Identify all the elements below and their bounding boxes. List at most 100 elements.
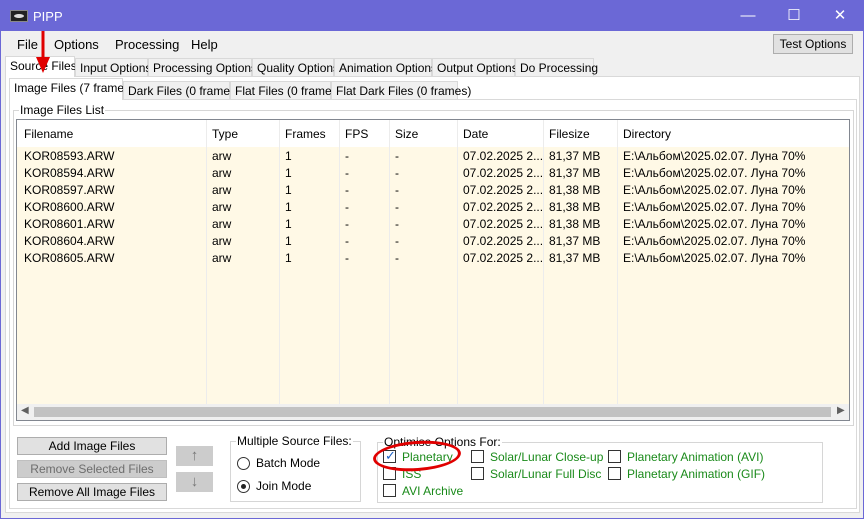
group-title: Image Files List: [20, 103, 105, 117]
subtab-dark-files[interactable]: Dark Files (0 frames): [123, 81, 240, 99]
cell-filename: KOR08605.ARW: [24, 251, 115, 265]
subtab-image-files[interactable]: Image Files (7 frames): [9, 78, 134, 100]
cell-directory: E:\Альбом\2025.02.07. Луна 70%: [623, 234, 806, 248]
menu-help[interactable]: Help: [191, 37, 218, 52]
remove-selected-files-button[interactable]: Remove Selected Files: [17, 460, 167, 478]
cell-fps: -: [345, 234, 349, 248]
cell-frames: 1: [285, 251, 292, 265]
cell-type: arw: [212, 183, 232, 197]
tab-animation-options[interactable]: Animation Options: [334, 58, 437, 76]
tab-output-options[interactable]: Output Options: [432, 58, 518, 76]
cell-fps: -: [345, 149, 349, 163]
subtab-flat-dark-files[interactable]: Flat Dark Files (0 frames): [331, 81, 471, 99]
solar-lunar-full-disc-label[interactable]: Solar/Lunar Full Disc: [490, 467, 601, 481]
cell-filename: KOR08597.ARW: [24, 183, 115, 197]
cell-date: 07.02.2025 2...: [463, 234, 544, 248]
close-button[interactable]: ✕: [817, 1, 863, 31]
test-options-button[interactable]: Test Options: [773, 34, 853, 54]
minimize-button[interactable]: —: [725, 1, 771, 31]
cell-directory: E:\Альбом\2025.02.07. Луна 70%: [623, 217, 806, 231]
menu-options[interactable]: Options: [54, 37, 99, 52]
annotation-arrow-icon: [36, 31, 50, 73]
cell-filename: KOR08594.ARW: [24, 166, 115, 180]
col-directory[interactable]: Directory: [623, 127, 671, 141]
cell-date: 07.02.2025 2...: [463, 166, 544, 180]
cell-size: -: [395, 251, 399, 265]
col-type[interactable]: Type: [212, 127, 238, 141]
cell-frames: 1: [285, 217, 292, 231]
menu-processing[interactable]: Processing: [115, 37, 179, 52]
batch-mode-label[interactable]: Batch Mode: [256, 456, 320, 470]
cell-type: arw: [212, 166, 232, 180]
avi-archive-label[interactable]: AVI Archive: [402, 484, 463, 498]
tab-input-options[interactable]: Input Options: [75, 58, 151, 76]
add-image-files-button[interactable]: Add Image Files: [17, 437, 167, 455]
col-frames[interactable]: Frames: [285, 127, 326, 141]
cell-type: arw: [212, 217, 232, 231]
cell-size: -: [395, 234, 399, 248]
join-mode-label[interactable]: Join Mode: [256, 479, 311, 493]
planetary-animation-avi-label[interactable]: Planetary Animation (AVI): [627, 450, 764, 464]
col-fps[interactable]: FPS: [345, 127, 368, 141]
horizontal-scrollbar[interactable]: ◀ ▶: [17, 404, 849, 420]
window-title: PIPP: [33, 9, 63, 24]
cell-date: 07.02.2025 2...: [463, 149, 544, 163]
tab-processing-options[interactable]: Processing Options: [148, 58, 257, 76]
cell-type: arw: [212, 149, 232, 163]
col-filesize[interactable]: Filesize: [549, 127, 590, 141]
solar-lunar-full-disc-checkbox[interactable]: [471, 467, 484, 480]
cell-frames: 1: [285, 200, 292, 214]
cell-fps: -: [345, 166, 349, 180]
list-header: Filename Type Frames FPS Size Date Files…: [17, 120, 849, 147]
planetary-animation-gif-label[interactable]: Planetary Animation (GIF): [627, 467, 765, 481]
solar-lunar-closeup-label[interactable]: Solar/Lunar Close-up: [490, 450, 603, 464]
cell-date: 07.02.2025 2...: [463, 200, 544, 214]
remove-all-image-files-button[interactable]: Remove All Image Files: [17, 483, 167, 501]
move-up-button[interactable]: ↑: [176, 446, 213, 466]
title-bar: PIPP — ☐ ✕: [1, 1, 863, 31]
cell-directory: E:\Альбом\2025.02.07. Луна 70%: [623, 200, 806, 214]
table-row[interactable]: KOR08604.ARW arw 1 - - 07.02.2025 2... 81,37 M…: [17, 232, 849, 249]
tab-quality-options[interactable]: Quality Options: [252, 58, 339, 76]
tab-do-processing[interactable]: Do Processing: [515, 58, 598, 76]
col-size[interactable]: Size: [395, 127, 418, 141]
table-row[interactable]: KOR08597.ARW arw 1 - - 07.02.2025 2... 81,38 M…: [17, 181, 849, 198]
cell-type: arw: [212, 200, 232, 214]
planetary-animation-gif-checkbox[interactable]: [608, 467, 621, 480]
cell-directory: E:\Альбом\2025.02.07. Луна 70%: [623, 166, 806, 180]
cell-directory: E:\Альбом\2025.02.07. Луна 70%: [623, 183, 806, 197]
batch-mode-radio[interactable]: [237, 457, 250, 470]
cell-date: 07.02.2025 2...: [463, 251, 544, 265]
solar-lunar-closeup-checkbox[interactable]: [471, 450, 484, 463]
cell-frames: 1: [285, 234, 292, 248]
scroll-left-icon[interactable]: ◀: [21, 405, 29, 416]
table-row[interactable]: KOR08594.ARW arw 1 - - 07.02.2025 2... 81,37 M…: [17, 164, 849, 181]
cell-date: 07.02.2025 2...: [463, 183, 544, 197]
join-mode-radio[interactable]: [237, 480, 250, 493]
multiple-source-title: Multiple Source Files:: [237, 434, 352, 448]
scrollbar-thumb[interactable]: [34, 407, 831, 417]
maximize-button[interactable]: ☐: [771, 1, 817, 31]
cell-filesize: 81,38 MB: [549, 183, 601, 197]
col-filename[interactable]: Filename: [24, 127, 73, 141]
image-files-list[interactable]: Filename Type Frames FPS Size Date Files…: [16, 119, 850, 421]
planetary-animation-avi-checkbox[interactable]: [608, 450, 621, 463]
cell-date: 07.02.2025 2...: [463, 217, 544, 231]
cell-filesize: 81,37 MB: [549, 234, 601, 248]
avi-archive-checkbox[interactable]: [383, 484, 396, 497]
cell-size: -: [395, 183, 399, 197]
col-date[interactable]: Date: [463, 127, 488, 141]
move-down-button[interactable]: ↓: [176, 472, 213, 492]
table-row[interactable]: KOR08593.ARW arw 1 - - 07.02.2025 2... 81,37 M…: [17, 147, 849, 164]
cell-directory: E:\Альбом\2025.02.07. Луна 70%: [623, 149, 806, 163]
cell-size: -: [395, 149, 399, 163]
subtab-flat-files[interactable]: Flat Files (0 frames): [230, 81, 342, 99]
cell-filename: KOR08604.ARW: [24, 234, 115, 248]
table-row[interactable]: KOR08600.ARW arw 1 - - 07.02.2025 2... 81,38 M…: [17, 198, 849, 215]
cell-size: -: [395, 166, 399, 180]
cell-frames: 1: [285, 183, 292, 197]
table-row[interactable]: KOR08605.ARW arw 1 - - 07.02.2025 2... 81,37 M…: [17, 249, 849, 266]
scroll-right-icon[interactable]: ▶: [837, 405, 845, 416]
table-row[interactable]: KOR08601.ARW arw 1 - - 07.02.2025 2... 81,38 M…: [17, 215, 849, 232]
cell-frames: 1: [285, 149, 292, 163]
